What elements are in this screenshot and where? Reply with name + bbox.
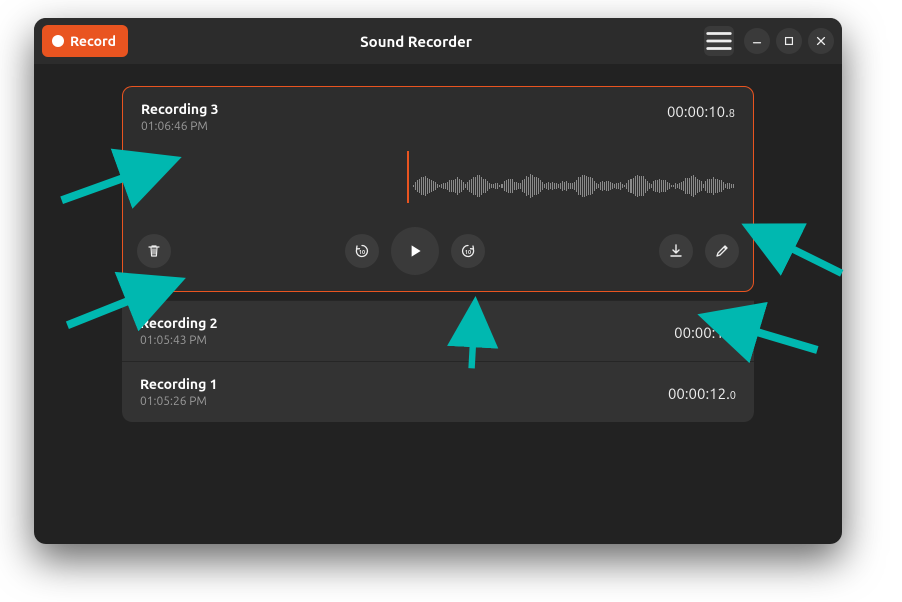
app-window: Record Sound Recorder Recording 3 01:06:… bbox=[34, 18, 842, 544]
trash-icon bbox=[146, 243, 162, 259]
rename-button[interactable] bbox=[705, 234, 739, 268]
recording-name: Recording 2 bbox=[140, 315, 218, 331]
play-button[interactable] bbox=[391, 227, 439, 275]
record-button[interactable]: Record bbox=[42, 25, 128, 57]
waveform-area[interactable] bbox=[123, 143, 753, 221]
content-area: Recording 3 01:06:46 PM 00:00:10.8 10 bbox=[34, 64, 842, 544]
close-button[interactable] bbox=[808, 28, 834, 54]
maximize-button[interactable] bbox=[776, 28, 802, 54]
close-icon bbox=[815, 35, 827, 47]
skip-forward-10-button[interactable]: 10 bbox=[451, 234, 485, 268]
svg-text:10: 10 bbox=[359, 250, 365, 256]
skip-back-10-icon: 10 bbox=[354, 243, 370, 259]
play-icon bbox=[406, 242, 424, 260]
recording-duration: 00:00:12.0 bbox=[668, 385, 736, 402]
recording-duration: 00:00:11. bbox=[674, 324, 736, 341]
recording-item[interactable]: Recording 1 01:05:26 PM 00:00:12.0 bbox=[122, 361, 754, 422]
hamburger-menu-button[interactable] bbox=[704, 26, 734, 56]
svg-text:10: 10 bbox=[465, 250, 471, 256]
recording-item[interactable]: Recording 2 01:05:43 PM 00:00:11. bbox=[122, 300, 754, 361]
recording-duration: 00:00:10.8 bbox=[667, 103, 735, 120]
playback-controls: 10 10 bbox=[123, 221, 753, 291]
recordings-list: Recording 2 01:05:43 PM 00:00:11. Record… bbox=[122, 300, 754, 422]
playhead-indicator bbox=[407, 151, 409, 203]
download-icon bbox=[668, 243, 684, 259]
record-button-label: Record bbox=[70, 33, 116, 49]
headerbar: Record Sound Recorder bbox=[34, 18, 842, 64]
maximize-icon bbox=[783, 35, 795, 47]
recording-header-row: Recording 3 01:06:46 PM 00:00:10.8 bbox=[123, 87, 753, 141]
skip-forward-10-icon: 10 bbox=[460, 243, 476, 259]
menu-icon bbox=[704, 26, 734, 56]
recording-timestamp: 01:05:43 PM bbox=[140, 334, 218, 347]
recording-timestamp: 01:06:46 PM bbox=[141, 120, 219, 133]
edit-icon bbox=[714, 243, 730, 259]
waveform bbox=[413, 173, 735, 199]
delete-button[interactable] bbox=[137, 234, 171, 268]
minimize-icon bbox=[751, 35, 763, 47]
recording-name: Recording 1 bbox=[140, 376, 218, 392]
recording-name: Recording 3 bbox=[141, 101, 219, 117]
skip-back-10-button[interactable]: 10 bbox=[345, 234, 379, 268]
recording-timestamp: 01:05:26 PM bbox=[140, 395, 218, 408]
recording-item-expanded[interactable]: Recording 3 01:06:46 PM 00:00:10.8 10 bbox=[122, 86, 754, 292]
minimize-button[interactable] bbox=[744, 28, 770, 54]
window-title: Sound Recorder bbox=[360, 33, 472, 50]
record-dot-icon bbox=[52, 35, 64, 47]
export-button[interactable] bbox=[659, 234, 693, 268]
